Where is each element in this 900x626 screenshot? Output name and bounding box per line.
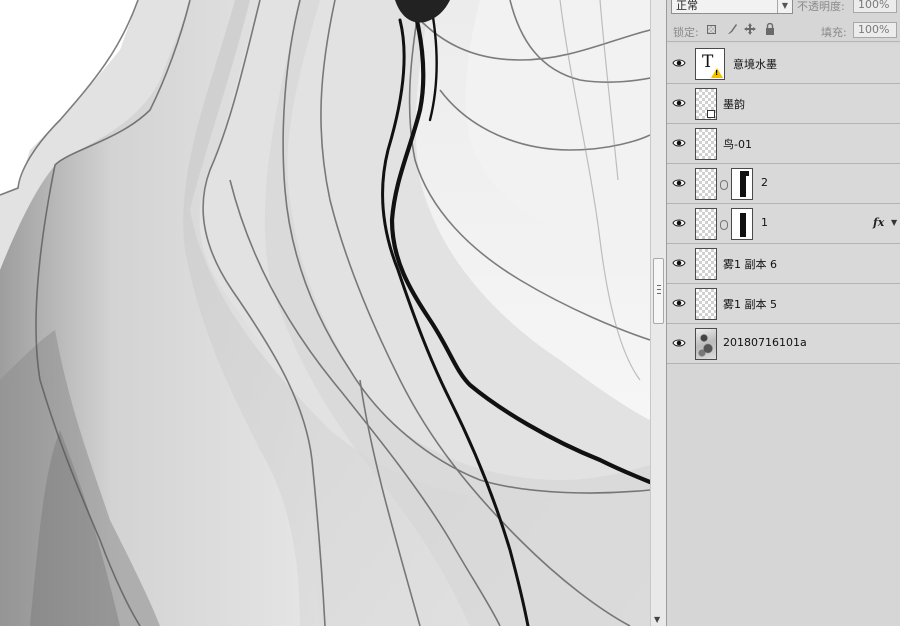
layer-name: 1: [761, 216, 768, 229]
lock-fill-row: 锁定: 填充: 100%: [667, 20, 900, 42]
visibility-eye-icon[interactable]: [672, 137, 686, 149]
layers-panel: 正常 ▼ 不透明度: 100% 锁定: 填充: 100% T ! 意境水墨 墨韵…: [666, 0, 900, 626]
text-layer-thumbnail: T: [695, 48, 725, 80]
layer-effects-fx-icon[interactable]: fx: [873, 216, 884, 229]
lock-all-padlock-icon[interactable]: [763, 22, 777, 37]
opacity-input[interactable]: 100%: [853, 0, 897, 13]
layer-thumbnail: [695, 168, 717, 200]
visibility-eye-icon[interactable]: [672, 257, 686, 269]
layer-row[interactable]: 墨韵: [667, 84, 900, 124]
layer-row[interactable]: 雾1 副本 5: [667, 284, 900, 324]
lock-transparent-pixels-icon[interactable]: [705, 23, 719, 37]
visibility-eye-icon[interactable]: [672, 297, 686, 309]
layer-thumbnail: [695, 248, 717, 280]
smart-object-thumbnail: [695, 88, 717, 120]
lock-position-move-icon[interactable]: [743, 23, 757, 37]
lock-image-pixels-brush-icon[interactable]: [725, 23, 739, 37]
layer-row[interactable]: 1 fx ▼: [667, 204, 900, 244]
layer-name: 意境水墨: [733, 58, 777, 71]
visibility-eye-icon[interactable]: [672, 177, 686, 189]
layer-row[interactable]: 2: [667, 164, 900, 204]
layer-row[interactable]: T 意境水墨: [667, 44, 900, 84]
visibility-eye-icon[interactable]: [672, 97, 686, 109]
warning-triangle-icon: [711, 68, 723, 78]
fill-input[interactable]: 100%: [853, 22, 897, 38]
scroll-down-arrow-icon[interactable]: ▼: [654, 616, 660, 624]
scrollbar-grip-line: [657, 289, 661, 290]
blend-mode-value: 正常: [676, 0, 698, 12]
image-layer-thumbnail: [695, 328, 717, 360]
layer-list: T 意境水墨 墨韵 鸟-01: [667, 44, 900, 364]
layer-thumbnail: [695, 208, 717, 240]
mask-link-chain-icon[interactable]: [720, 180, 728, 190]
fill-label: 填充:: [821, 26, 847, 39]
blend-opacity-row: 正常 ▼ 不透明度: 100%: [667, 0, 900, 18]
layer-row[interactable]: 雾1 副本 6: [667, 244, 900, 284]
layer-row[interactable]: 20180716101a: [667, 324, 900, 364]
document-canvas[interactable]: [0, 0, 650, 626]
layer-name: 2: [761, 176, 768, 189]
scrollbar-thumb[interactable]: [653, 258, 664, 324]
mask-shape: [740, 171, 749, 176]
mask-shape: [740, 213, 746, 237]
smart-object-badge-icon: [707, 110, 715, 118]
visibility-eye-icon[interactable]: [672, 217, 686, 229]
chevron-down-icon: ▼: [777, 0, 792, 13]
layer-name: 雾1 副本 6: [723, 258, 777, 271]
scrollbar-grip-line: [657, 285, 661, 286]
visibility-eye-icon[interactable]: [672, 337, 686, 349]
layer-name: 20180716101a: [723, 336, 807, 349]
effects-expand-arrow-icon[interactable]: ▼: [891, 218, 897, 227]
mask-link-chain-icon[interactable]: [720, 220, 728, 230]
layer-thumbnail: [695, 128, 717, 160]
layer-mask-thumbnail[interactable]: [731, 168, 753, 200]
canvas-vertical-scrollbar[interactable]: ▼: [650, 0, 666, 626]
layer-row[interactable]: 鸟-01: [667, 124, 900, 164]
layer-name: 墨韵: [723, 98, 745, 111]
layer-name: 雾1 副本 5: [723, 298, 777, 311]
layer-name: 鸟-01: [723, 138, 752, 151]
visibility-eye-icon[interactable]: [672, 57, 686, 69]
layer-mask-thumbnail[interactable]: [731, 208, 753, 240]
blend-mode-dropdown[interactable]: 正常 ▼: [671, 0, 793, 14]
lock-label: 锁定:: [673, 26, 699, 39]
ink-wash-artwork: [0, 0, 650, 626]
opacity-label: 不透明度:: [797, 0, 845, 13]
layer-thumbnail: [695, 288, 717, 320]
scrollbar-grip-line: [657, 293, 661, 294]
